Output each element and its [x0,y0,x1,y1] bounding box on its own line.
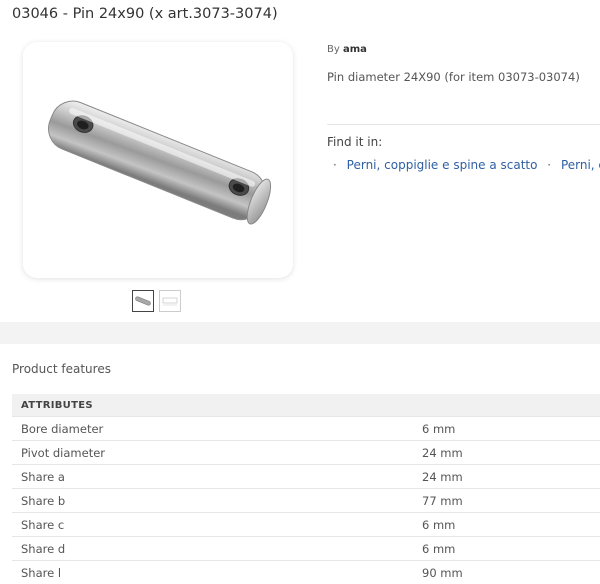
pin-thumbnail-icon [133,291,153,311]
attribute-value: 90 mm [414,561,600,584]
attribute-name: Share d [12,537,414,561]
thumbnail-1[interactable] [132,290,154,312]
category-link-2[interactable]: Perni, copp [561,158,600,172]
table-row: Share b 77 mm [12,489,600,513]
brand-byline: By ama [327,44,367,55]
attributes-header: ATTRIBUTES [12,394,600,417]
attribute-name: Pivot diameter [12,441,414,465]
section-separator-band [0,322,600,344]
link-separator: · [333,158,337,172]
attribute-value: 6 mm [414,417,600,441]
attribute-name: Share a [12,465,414,489]
category-links: · Perni, coppiglie e spine a scatto · Pe… [333,158,600,172]
category-link-1[interactable]: Perni, coppiglie e spine a scatto [347,158,538,172]
table-row: Share d 6 mm [12,537,600,561]
thumbnail-2[interactable] [159,290,181,312]
features-table: ATTRIBUTES Bore diameter 6 mm Pivot diam… [12,394,600,584]
pin-image [23,42,293,278]
by-label: By [327,44,340,55]
table-row: Share a 24 mm [12,465,600,489]
table-row: Pivot diameter 24 mm [12,441,600,465]
product-image[interactable] [23,42,293,278]
product-features-title: Product features [12,362,111,376]
product-description: Pin diameter 24X90 (for item 03073-03074… [327,70,580,84]
table-row: Share l 90 mm [12,561,600,584]
table-row: Bore diameter 6 mm [12,417,600,441]
link-separator: · [547,158,551,172]
attribute-value: 6 mm [414,537,600,561]
attribute-name: Share b [12,489,414,513]
features-header-row: ATTRIBUTES [12,394,600,417]
attribute-value: 24 mm [414,465,600,489]
table-row: Share c 6 mm [12,513,600,537]
attribute-name: Share c [12,513,414,537]
product-title: 03046 - Pin 24x90 (x art.3073-3074) [12,6,278,22]
attribute-value: 24 mm [414,441,600,465]
attribute-name: Bore diameter [12,417,414,441]
attribute-value: 77 mm [414,489,600,513]
attribute-name: Share l [12,561,414,584]
brand-name[interactable]: ama [343,44,367,55]
find-it-in-label: Find it in: [327,135,382,149]
divider [327,124,600,125]
attribute-value: 6 mm [414,513,600,537]
drawing-thumbnail-icon [160,291,180,311]
